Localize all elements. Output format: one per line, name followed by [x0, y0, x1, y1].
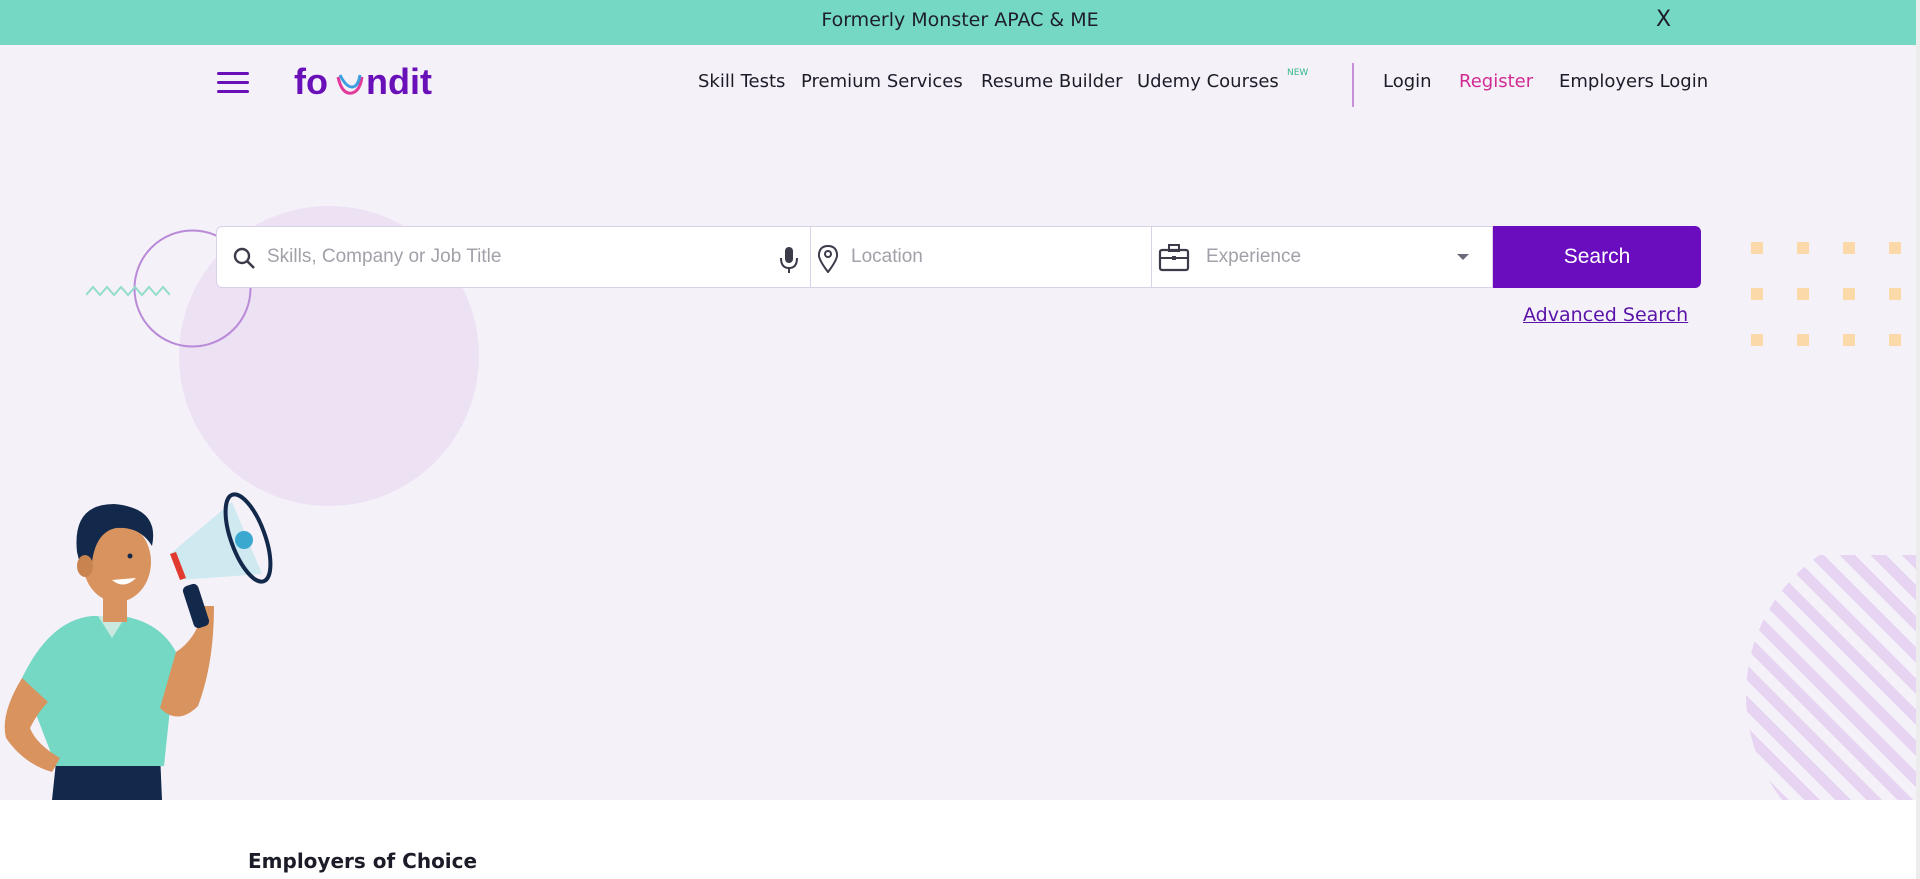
chevron-down-icon: [1457, 254, 1469, 260]
nav-udemy-courses[interactable]: Udemy Courses: [1137, 71, 1279, 92]
decorative-zigzag: [86, 285, 170, 297]
experience-select[interactable]: [1206, 241, 1456, 273]
job-search-bar: Search: [216, 226, 1701, 288]
advanced-search-link[interactable]: Advanced Search: [1523, 304, 1688, 326]
decorative-striped-circle: [1746, 555, 1916, 800]
register-link[interactable]: Register: [1459, 71, 1533, 92]
microphone-icon[interactable]: [779, 246, 799, 274]
location-input[interactable]: [851, 241, 1131, 273]
nav-resume-builder[interactable]: Resume Builder: [981, 71, 1123, 92]
section-title: Employers of Choice: [248, 849, 478, 873]
svg-text:ndit: ndit: [366, 61, 432, 102]
svg-text:fo: fo: [294, 61, 328, 102]
experience-field[interactable]: [1151, 226, 1493, 288]
nav-divider: [1352, 63, 1354, 107]
new-badge: NEW: [1287, 68, 1309, 78]
top-banner: Formerly Monster APAC & ME X: [0, 0, 1920, 45]
search-button[interactable]: Search: [1493, 226, 1701, 288]
employers-login-link[interactable]: Employers Login: [1559, 71, 1708, 92]
decorative-dot-grid: [1751, 242, 1901, 346]
location-pin-icon: [817, 245, 839, 273]
skills-field: [216, 226, 811, 288]
foundit-logo[interactable]: fo ndit: [292, 57, 432, 105]
login-link[interactable]: Login: [1383, 71, 1432, 92]
header: fo ndit Skill Tests Premium Services Res…: [0, 45, 1920, 125]
location-field: [810, 226, 1152, 288]
scrollbar[interactable]: [1916, 0, 1920, 879]
banner-text: Formerly Monster APAC & ME: [821, 9, 1099, 31]
person-with-megaphone-illustration: [4, 492, 273, 800]
nav-premium-services[interactable]: Premium Services: [801, 71, 963, 92]
briefcase-icon: [1158, 244, 1190, 272]
nav-skill-tests[interactable]: Skill Tests: [698, 71, 785, 92]
hamburger-menu-icon[interactable]: [217, 72, 249, 94]
skills-input[interactable]: [267, 241, 747, 273]
banner-close-button[interactable]: X: [1656, 7, 1671, 32]
search-icon: [233, 247, 255, 269]
